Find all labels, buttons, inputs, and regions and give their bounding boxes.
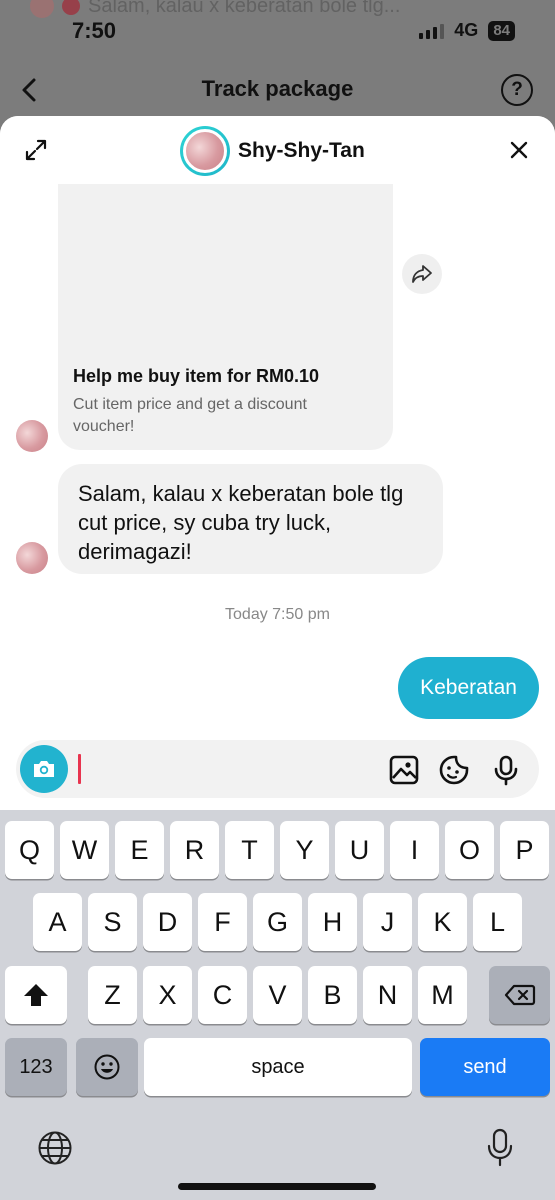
message-composer — [16, 740, 539, 798]
question-circle-icon[interactable]: ? — [501, 74, 533, 106]
key-o[interactable]: O — [445, 821, 494, 879]
camera-button[interactable] — [20, 745, 68, 793]
key-b[interactable]: B — [308, 966, 357, 1024]
notification-badge — [62, 0, 80, 15]
network-type: 4G — [454, 20, 479, 40]
incoming-message: Salam, kalau x keberatan bole tlg cut pr… — [58, 464, 443, 574]
notification-preview: Salam, kalau x keberatan bole tlg... — [30, 0, 400, 18]
backspace-key[interactable] — [489, 966, 550, 1024]
signal-icon — [419, 23, 445, 39]
sticker-icon[interactable] — [438, 754, 470, 786]
key-n[interactable]: N — [363, 966, 412, 1024]
emoji-icon — [94, 1054, 120, 1080]
key-p[interactable]: P — [500, 821, 549, 879]
key-z[interactable]: Z — [88, 966, 137, 1024]
camera-icon — [34, 761, 54, 777]
shop-name: Shy-Shy-Tan — [238, 139, 365, 162]
numbers-key[interactable]: 123 — [5, 1038, 67, 1096]
key-l[interactable]: L — [473, 893, 522, 951]
keyboard: Q W E R T Y U I O P A S D F G H J K L Z … — [0, 810, 555, 1200]
key-m[interactable]: M — [418, 966, 467, 1024]
globe-icon[interactable] — [37, 1130, 73, 1166]
key-y[interactable]: Y — [280, 821, 329, 879]
notification-text: Salam, kalau x keberatan bole tlg... — [88, 0, 401, 17]
background-page: Salam, kalau x keberatan bole tlg... 7:5… — [0, 0, 555, 130]
space-key[interactable]: space — [144, 1038, 412, 1096]
backspace-icon — [504, 984, 535, 1006]
key-v[interactable]: V — [253, 966, 302, 1024]
key-d[interactable]: D — [143, 893, 192, 951]
text-caret — [78, 754, 81, 784]
close-icon[interactable] — [507, 138, 531, 162]
key-q[interactable]: Q — [5, 821, 54, 879]
message-input[interactable] — [82, 748, 372, 790]
key-g[interactable]: G — [253, 893, 302, 951]
message-timestamp: Today 7:50 pm — [225, 606, 330, 623]
shop-header[interactable]: Shy-Shy-Tan — [180, 126, 365, 176]
avatar[interactable] — [16, 542, 48, 574]
promo-card-title: Help me buy item for RM0.10 — [73, 366, 320, 386]
shop-avatar — [180, 126, 230, 176]
dictation-icon[interactable] — [485, 1128, 515, 1168]
image-icon[interactable] — [388, 754, 420, 786]
key-r[interactable]: R — [170, 821, 219, 879]
outgoing-message: Keberatan — [398, 657, 539, 719]
emoji-key[interactable] — [76, 1038, 138, 1096]
key-i[interactable]: I — [390, 821, 439, 879]
key-a[interactable]: A — [33, 893, 82, 951]
home-indicator[interactable] — [178, 1183, 376, 1190]
outgoing-message-text: Keberatan — [420, 676, 517, 699]
key-w[interactable]: W — [60, 821, 109, 879]
key-e[interactable]: E — [115, 821, 164, 879]
key-s[interactable]: S — [88, 893, 137, 951]
share-button[interactable] — [402, 254, 442, 294]
notification-avatar — [30, 0, 54, 18]
key-j[interactable]: J — [363, 893, 412, 951]
help-glyph: ? — [511, 79, 523, 100]
promo-card[interactable]: Help me buy item for RM0.10 Cut item pri… — [58, 184, 393, 450]
chat-header: Shy-Shy-Tan — [0, 116, 555, 184]
battery-level: 84 — [493, 22, 510, 39]
key-u[interactable]: U — [335, 821, 384, 879]
key-x[interactable]: X — [143, 966, 192, 1024]
key-h[interactable]: H — [308, 893, 357, 951]
share-arrow-icon — [412, 265, 432, 283]
key-k[interactable]: K — [418, 893, 467, 951]
key-f[interactable]: F — [198, 893, 247, 951]
send-key[interactable]: send — [420, 1038, 550, 1096]
promo-card-description: Cut item price and get a discount vouche… — [73, 396, 307, 435]
expand-arrows-icon[interactable] — [24, 138, 48, 162]
battery-icon: 84 — [488, 20, 515, 41]
shift-icon — [24, 984, 48, 1006]
status-indicators: 4G 84 — [419, 20, 515, 41]
status-time: 7:50 — [72, 18, 117, 43]
page-title: Track package — [201, 76, 354, 101]
microphone-icon[interactable] — [490, 754, 522, 786]
avatar[interactable] — [16, 420, 48, 452]
key-c[interactable]: C — [198, 966, 247, 1024]
shift-key[interactable] — [5, 966, 67, 1024]
key-t[interactable]: T — [225, 821, 274, 879]
chat-sheet: Help me buy item for RM0.10 Cut item pri… — [0, 116, 555, 810]
